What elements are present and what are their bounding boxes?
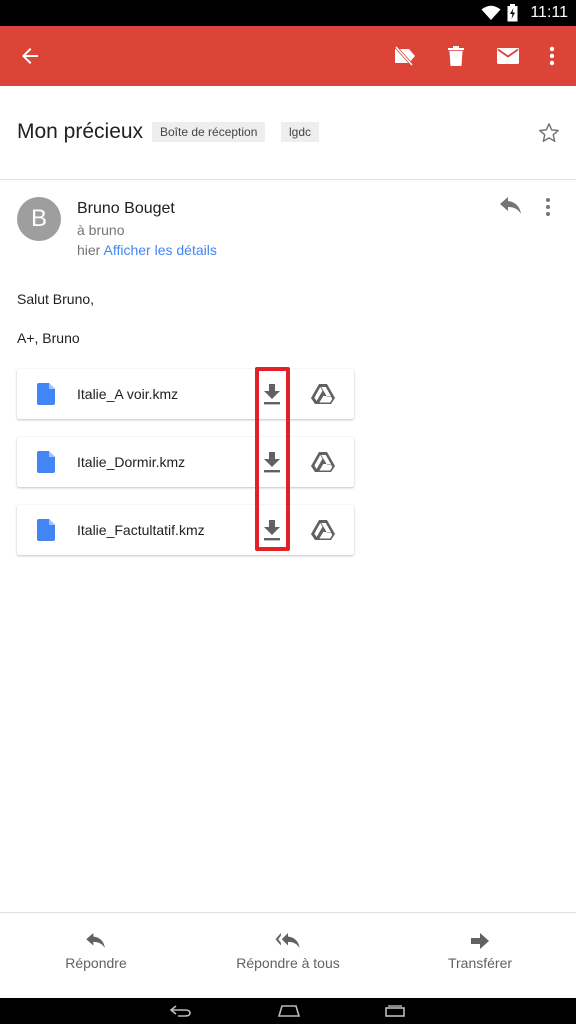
sender-block: B Bruno Bouget à bruno hier Afficher les…: [0, 181, 576, 271]
nav-bar: [0, 998, 576, 1024]
delete-icon: [448, 46, 464, 66]
download-button[interactable]: [261, 382, 283, 411]
more-vert-icon: [549, 46, 555, 66]
show-details-link[interactable]: Afficher les détails: [103, 242, 216, 258]
bottom-actions: Répondre Répondre à tous Transférer: [0, 912, 576, 998]
date-line: hier Afficher les détails: [77, 242, 217, 258]
label-chip-inbox[interactable]: Boîte de réception: [152, 122, 266, 142]
email-subject: Mon précieux: [17, 120, 144, 143]
battery-icon: [507, 4, 518, 22]
drive-icon: [311, 452, 335, 472]
download-icon: [264, 384, 280, 405]
forward-action[interactable]: Transférer: [430, 913, 530, 999]
file-icon: [37, 451, 55, 473]
forward-action-label: Transférer: [447, 955, 513, 971]
back-button[interactable]: [10, 26, 50, 86]
body-greeting: Salut Bruno,: [17, 291, 95, 307]
nav-home-button[interactable]: [278, 998, 300, 1024]
reply-all-action-label: Répondre à tous: [236, 955, 340, 971]
reply-all-icon: [275, 933, 300, 949]
delete-button[interactable]: [436, 26, 476, 86]
attachment-name: Italie_A voir.kmz: [77, 386, 179, 402]
status-time: 11:11: [530, 4, 568, 21]
avatar[interactable]: B: [17, 197, 61, 241]
nav-recents-icon: [385, 1005, 405, 1017]
nav-home-icon: [278, 1005, 300, 1017]
star-button[interactable]: [538, 122, 560, 149]
star-icon: [539, 123, 559, 142]
attachment-name: Italie_Dormir.kmz: [77, 454, 186, 470]
file-icon: [37, 519, 55, 541]
attachment-card[interactable]: Italie_Dormir.kmz: [17, 437, 354, 487]
reply-button[interactable]: [500, 197, 522, 220]
mark-unread-button[interactable]: [488, 26, 528, 86]
nav-back-button[interactable]: [170, 998, 192, 1024]
nav-recents-button[interactable]: [385, 998, 405, 1024]
reply-icon: [500, 197, 521, 214]
save-to-drive-button[interactable]: [311, 451, 335, 478]
drive-icon: [311, 520, 335, 540]
nav-back-icon: [170, 1005, 191, 1017]
forward-icon: [471, 933, 489, 949]
save-to-drive-button[interactable]: [311, 519, 335, 546]
status-bar: 11:11: [0, 0, 576, 26]
mark-unread-icon: [497, 48, 519, 64]
more-options-button[interactable]: [532, 26, 572, 86]
save-to-drive-button[interactable]: [311, 383, 335, 410]
body-signoff: A+, Bruno: [17, 330, 80, 346]
message-more-button[interactable]: [545, 197, 551, 222]
remove-label-button[interactable]: [385, 26, 425, 86]
app-bar: [0, 26, 576, 86]
status-icons: 11:11: [481, 0, 568, 26]
wifi-icon: [481, 5, 501, 20]
recipient-line: à bruno: [77, 222, 125, 238]
reply-icon: [86, 933, 105, 949]
download-icon: [264, 520, 280, 541]
subject-row: Mon précieux Boîte de réception lgdc: [0, 86, 576, 180]
attachment-card[interactable]: Italie_A voir.kmz: [17, 369, 354, 419]
file-icon: [37, 383, 55, 405]
more-vert-icon: [546, 198, 550, 216]
download-button[interactable]: [261, 518, 283, 547]
reply-action[interactable]: Répondre: [40, 913, 152, 999]
label-chip-lgdc[interactable]: lgdc: [281, 122, 320, 142]
date-text: hier: [77, 242, 101, 258]
sender-name: Bruno Bouget: [77, 200, 175, 217]
attachment-name: Italie_Factultatif.kmz: [77, 522, 205, 538]
attachment-card[interactable]: Italie_Factultatif.kmz: [17, 505, 354, 555]
reply-action-label: Répondre: [65, 955, 127, 971]
remove-label-icon: [394, 46, 415, 66]
reply-all-action[interactable]: Répondre à tous: [218, 913, 358, 999]
drive-icon: [311, 384, 335, 404]
download-button[interactable]: [261, 450, 283, 479]
back-arrow-icon: [22, 48, 38, 64]
download-icon: [264, 452, 280, 473]
